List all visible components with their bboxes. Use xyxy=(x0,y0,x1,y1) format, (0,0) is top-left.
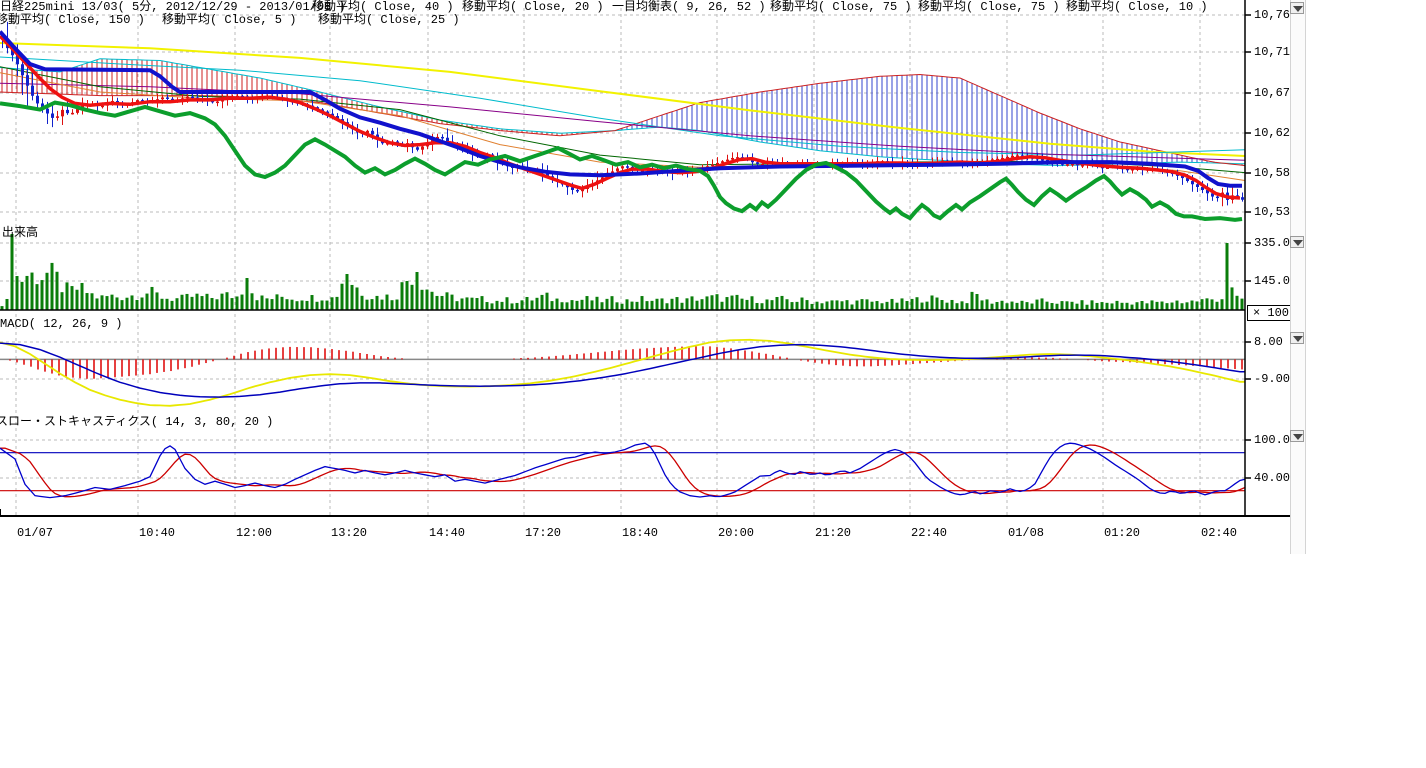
chevron-down-icon xyxy=(1293,240,1303,246)
chart-canvas xyxy=(0,0,1426,768)
legend-item: 移動平均( Close, 75 ) xyxy=(770,1,912,14)
volume-multiplier-badge: × 100 xyxy=(1247,305,1295,321)
legend-item: 移動平均( Close, 20 ) xyxy=(462,1,604,14)
x-axis-label: 01/08 xyxy=(1008,526,1044,540)
macd-panel-dropdown-button[interactable] xyxy=(1290,332,1304,344)
x-axis-label: 17:20 xyxy=(525,526,561,540)
legend-item: 移動平均( Close, 150 ) xyxy=(0,14,145,27)
stochastics-panel-label: スロー・ストキャスティクス( 14, 3, 80, 20 ) xyxy=(0,416,273,429)
x-axis-label: 20:00 xyxy=(718,526,754,540)
x-axis-label: 01/07 xyxy=(17,526,53,540)
legend-item: 一目均衡表( 9, 26, 52 ) xyxy=(612,1,766,14)
chevron-down-icon xyxy=(1293,336,1303,342)
macd-panel-label: MACD( 12, 26, 9 ) xyxy=(0,318,122,331)
legend-item: 移動平均( Close, 10 ) xyxy=(1066,1,1208,14)
macd-axis-label: 8.00 xyxy=(1254,335,1283,349)
stochastics-panel-dropdown-button[interactable] xyxy=(1290,430,1304,442)
x-axis-label: 13:20 xyxy=(331,526,367,540)
x-axis-label: 14:40 xyxy=(429,526,465,540)
chevron-down-icon xyxy=(1293,6,1303,12)
legend-item: 移動平均( Close, 75 ) xyxy=(918,1,1060,14)
x-axis-label: 10:40 xyxy=(139,526,175,540)
volume-panel-label: 出来高 xyxy=(2,227,38,240)
x-axis-label: 02:40 xyxy=(1201,526,1237,540)
price-panel-dropdown-button[interactable] xyxy=(1290,2,1304,14)
x-axis-label: 12:00 xyxy=(236,526,272,540)
legend-item: 移動平均( Close, 5 ) xyxy=(162,14,296,27)
volume-panel-dropdown-button[interactable] xyxy=(1290,236,1304,248)
x-axis-label: 21:20 xyxy=(815,526,851,540)
legend-item: 移動平均( Close, 25 ) xyxy=(318,14,460,27)
x-axis-label: 18:40 xyxy=(622,526,658,540)
macd-axis-label: -9.00 xyxy=(1254,372,1290,386)
x-axis-label: 22:40 xyxy=(911,526,947,540)
stoch-axis-label: 40.00 xyxy=(1254,471,1290,485)
chart-window: 日経225mini 13/03( 5分, 2012/12/29 - 2013/0… xyxy=(0,0,1426,768)
x-axis-label: 01:20 xyxy=(1104,526,1140,540)
right-scroll-strip[interactable] xyxy=(1290,0,1306,554)
chevron-down-icon xyxy=(1293,434,1303,440)
